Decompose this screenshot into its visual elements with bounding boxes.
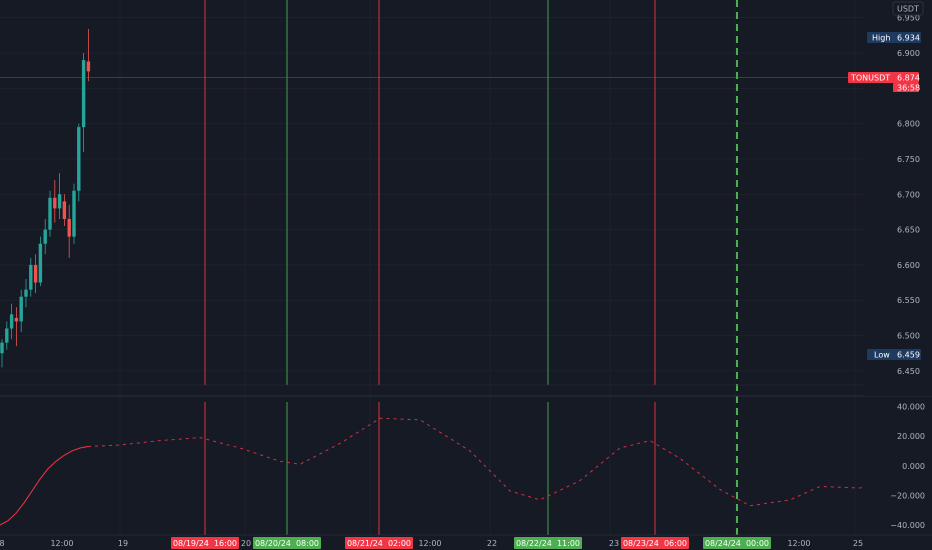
candle-body <box>29 264 33 290</box>
price-tick-label: 6.650 <box>897 226 920 235</box>
candle-body <box>14 317 19 322</box>
low-tag-value: 6.459 <box>897 351 920 360</box>
candle-body <box>19 296 23 322</box>
candle-body <box>72 190 76 237</box>
time-axis[interactable]: 8 12:00 19 20 12:00 22 23 12:00 25 08/19/24 16:0… <box>0 534 932 550</box>
currency-label: USDT <box>897 5 919 14</box>
price-tick-label: 6.500 <box>897 332 920 341</box>
oscillator-tick-label: 40.000 <box>897 402 925 411</box>
time-marker-label-3: 08/21/24 02:00 <box>347 539 411 548</box>
price-tick-label: 6.900 <box>897 49 920 58</box>
low-tag-label: Low <box>874 351 890 360</box>
time-label: 12:00 <box>787 539 810 548</box>
oscillator-tick-label: 20.000 <box>897 432 925 441</box>
candle-body <box>81 60 86 128</box>
price-tick-label: 6.450 <box>897 367 920 376</box>
time-marker-label-6: 08/24/24 00:00 <box>705 539 769 548</box>
price-tag-symbol: TONUSDT <box>850 74 890 83</box>
price-tick-label: 6.550 <box>897 296 920 305</box>
candle-body <box>5 328 9 343</box>
time-marker-label-1: 08/19/24 16:00 <box>173 539 237 548</box>
price-tag-value: 6.874 <box>897 74 920 83</box>
candle-body <box>38 243 43 283</box>
oscillator-tick-label: 0.000 <box>902 462 925 471</box>
candle-body <box>33 264 38 283</box>
time-marker-label-5: 08/23/24 06:00 <box>623 539 687 548</box>
trading-chart[interactable]: 6.9506.9006.8506.8006.7506.7006.6506.600… <box>0 0 932 550</box>
time-label: 8 <box>0 539 5 548</box>
high-tag-value: 6.934 <box>897 34 920 43</box>
time-label: 19 <box>118 539 128 548</box>
price-tag-countdown: 36:58 <box>897 84 920 93</box>
candle-body <box>48 197 52 230</box>
price-tick-label: 6.800 <box>897 120 920 129</box>
candle-body <box>86 61 91 72</box>
low-tag: Low 6.459 <box>867 349 921 360</box>
time-marker-label-2: 08/20/24 08:00 <box>255 539 319 548</box>
price-tick-label: 6.600 <box>897 261 920 270</box>
price-tick-label: 6.700 <box>897 190 920 199</box>
chart-background <box>0 0 932 550</box>
oscillator-tick-label: −40.000 <box>890 521 925 530</box>
candle-body <box>0 342 4 354</box>
candle-body <box>9 314 14 329</box>
time-label: 20 <box>241 539 251 548</box>
time-label: 23 <box>609 539 619 548</box>
candle-body <box>77 127 81 191</box>
high-tag-label: High <box>872 34 890 43</box>
time-label: 22 <box>487 539 497 548</box>
time-label: 25 <box>853 539 863 548</box>
candle-body <box>57 194 62 209</box>
candle-body <box>43 229 47 244</box>
candle-body <box>53 197 57 209</box>
oscillator-tick-label: −20.000 <box>890 491 925 500</box>
time-label: 12:00 <box>418 539 441 548</box>
candle-body <box>67 218 71 237</box>
currency-button[interactable]: USDT <box>892 1 924 16</box>
candle-body <box>62 201 67 219</box>
high-tag: High 6.934 <box>867 32 921 43</box>
candle-body <box>24 289 28 297</box>
oscillator-axis[interactable]: 40.000 20.000 0.000 −20.000 −40.000 <box>865 397 932 535</box>
price-tick-label: 6.750 <box>897 155 920 164</box>
time-marker-label-4: 08/22/24 11:00 <box>516 539 580 548</box>
time-label: 12:00 <box>50 539 73 548</box>
